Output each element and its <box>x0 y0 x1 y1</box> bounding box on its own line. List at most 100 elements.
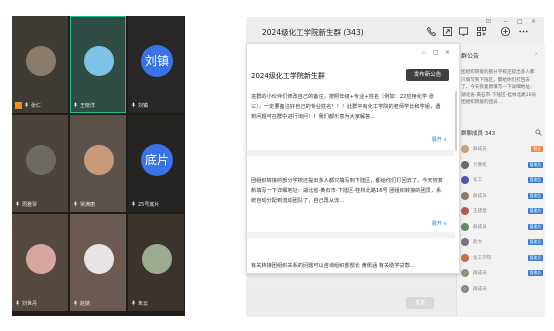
screen-share-icon[interactable] <box>442 26 453 37</box>
microphone-icon <box>131 201 136 207</box>
avatar <box>461 269 469 277</box>
announcement-text: 进群的小伙伴们修改自己的备注，按照年级+专业+姓名（例如：22应用化学 张三），… <box>251 94 441 120</box>
member-row[interactable]: 计算机 管理员 <box>461 159 543 171</box>
close-button[interactable]: × <box>531 18 536 25</box>
participant-name-tag: 刘世丹 <box>15 298 37 308</box>
participant-tile[interactable]: 朱云 <box>128 214 184 311</box>
participant-tile[interactable]: 刘世丹 <box>12 214 68 311</box>
avatar <box>26 46 56 76</box>
avatar <box>461 160 469 169</box>
member-row[interactable]: 群成员 <box>461 283 543 295</box>
announcement-snippet[interactable]: 团组织转接的部分学校还提出多人都只填写到下陆区，都给你们打回去了，今天恢复新填写… <box>461 69 539 107</box>
more-icon[interactable] <box>518 26 529 37</box>
participant-name: 王晓洋 <box>80 102 96 109</box>
members-section-label: 群聊成员 343 <box>461 131 496 137</box>
participant-tile[interactable]: 周雅琴 <box>12 115 68 212</box>
participant-tile[interactable]: 刘镇 刘镇 <box>128 16 184 113</box>
member-name: 化工学院 <box>473 255 492 261</box>
avatar <box>84 46 114 76</box>
member-name: 群成员 <box>473 286 487 292</box>
microphone-icon <box>73 102 78 108</box>
popup-minimize-button[interactable]: − <box>421 49 426 56</box>
chevron-right-icon[interactable]: › <box>535 51 537 57</box>
participant-tile[interactable]: 常满丽 <box>70 115 126 212</box>
microphone-icon <box>24 102 29 108</box>
minimize-button[interactable]: − <box>503 18 508 25</box>
participant-tile[interactable]: 张仁 <box>12 16 68 113</box>
avatar <box>142 244 172 274</box>
popup-title: 2024级化工学院新生群 <box>251 72 325 80</box>
role-badge: 管理员 <box>527 270 543 276</box>
host-badge-icon <box>15 101 22 109</box>
participant-name: 周雅琴 <box>22 201 38 208</box>
popup-scrollbar[interactable] <box>455 91 457 151</box>
announcement-card[interactable]: 进群的小伙伴们修改自己的备注，按照年级+专业+姓名（例如：22应用化学 张三），… <box>251 92 445 150</box>
expand-link[interactable]: 展开 ∨ <box>432 136 447 143</box>
send-button[interactable]: 发送 <box>406 297 434 309</box>
microphone-icon <box>73 300 78 306</box>
participant-tile[interactable]: 底片 25号底片 <box>128 115 184 212</box>
member-name: 群成员 <box>473 147 487 152</box>
member-row[interactable]: 群成员 管理员 <box>461 190 543 202</box>
pin-icon[interactable]: ⊡ <box>486 18 491 25</box>
role-badge: 管理员 <box>527 177 543 183</box>
member-name: 群成员 <box>473 193 487 199</box>
avatar: 底片 <box>141 144 173 176</box>
avatar <box>461 176 469 184</box>
divider <box>247 150 455 156</box>
popup-maximize-button[interactable]: □ <box>433 49 439 56</box>
member-name: 赵大 <box>473 240 483 245</box>
microphone-icon <box>15 300 20 306</box>
member-row[interactable]: 群成员 管理员 <box>461 267 543 279</box>
add-icon[interactable] <box>500 26 511 37</box>
participant-tile[interactable]: 赵婧 <box>70 214 126 311</box>
publish-announcement-button[interactable]: 发布新公告 <box>406 69 449 81</box>
member-row[interactable]: 化工学院 管理员 <box>461 252 543 264</box>
avatar <box>461 253 469 262</box>
participant-name-tag: 王晓洋 <box>73 100 95 110</box>
search-icon[interactable] <box>535 129 542 136</box>
message-composer[interactable]: 发送 <box>246 289 456 317</box>
role-badge: 群主 <box>531 146 543 152</box>
role-badge: 管理员 <box>527 239 543 245</box>
expand-link[interactable]: 展开 ∨ <box>432 220 447 227</box>
member-row[interactable]: 群成员 群主 <box>461 143 543 155</box>
avatar <box>461 222 469 231</box>
avatar: 刘镇 <box>141 45 173 77</box>
announcement-popup: − □ × 2024级化工学院新生群 发布新公告 进群的小伙伴们修改自己的备注，… <box>246 43 460 274</box>
chat-sidebar: 群公告 › 团组织转接的部分学校还提出多人都只填写到下陆区，都给你们打回去了，今… <box>456 43 545 317</box>
announcement-card[interactable]: 有关转接团组织关系的问题可以咨询组织部部长 黄佩涵 有关助学贷款... <box>251 261 445 271</box>
role-badge: 管理员 <box>527 254 543 261</box>
role-badge: 管理员 <box>527 208 543 214</box>
avatar <box>84 244 114 274</box>
avatar <box>26 145 56 175</box>
participant-tile[interactable]: 王晓洋 <box>70 16 126 113</box>
avatar <box>461 145 469 153</box>
microphone-icon <box>131 300 136 306</box>
member-row[interactable]: 化工 管理员 <box>461 174 543 186</box>
participant-name: 张仁 <box>31 102 42 109</box>
video-call-grid: 张仁 王晓洋 刘镇 刘镇周雅琴 常满丽 底片 25号底片刘世丹 赵婧 朱云 <box>12 16 185 316</box>
phone-icon[interactable] <box>426 26 437 37</box>
member-name: 计算机 <box>473 162 487 168</box>
announcement-card[interactable]: 团组织转接的部分学校还提出多人都只填写到下陆区，都给你们打回去了，今天恢复新填写… <box>251 176 445 218</box>
chat-title: 2024级化工学院新生群 (343) <box>262 28 364 37</box>
participant-name: 刘世丹 <box>22 300 38 307</box>
avatar <box>461 284 469 293</box>
apps-icon[interactable] <box>476 26 487 37</box>
microphone-icon <box>15 201 20 207</box>
video-icon[interactable] <box>458 26 469 37</box>
member-row[interactable]: 群成员 管理员 <box>461 221 543 233</box>
avatar <box>26 244 56 274</box>
member-name: 群成员 <box>473 224 487 230</box>
member-row[interactable]: 王建楚 管理员 <box>461 205 543 217</box>
member-row[interactable]: 赵大 管理员 <box>461 236 543 248</box>
avatar <box>84 145 114 175</box>
popup-close-button[interactable]: × <box>445 49 450 56</box>
role-badge: 管理员 <box>527 161 543 168</box>
participant-name: 常满丽 <box>80 201 96 208</box>
participant-name-tag: 朱云 <box>131 298 148 308</box>
maximize-button[interactable]: □ <box>517 18 523 25</box>
participant-name: 25号底片 <box>138 201 160 208</box>
participant-name-tag: 张仁 <box>15 100 41 110</box>
